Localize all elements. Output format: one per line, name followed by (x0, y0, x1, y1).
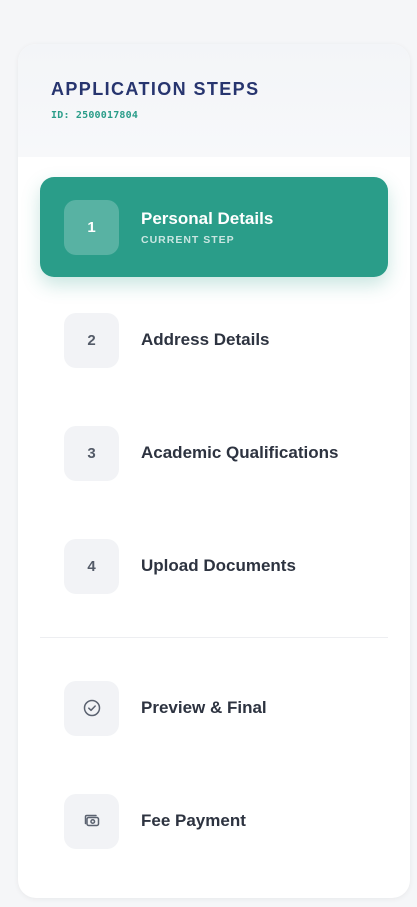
check-circle-icon (64, 680, 119, 736)
step-upload-documents[interactable]: 4 Upload Documents (40, 516, 388, 616)
step-text: Upload Documents (141, 556, 296, 576)
step-number-badge: 2 (64, 312, 119, 368)
step-text: Academic Qualifications (141, 443, 338, 463)
steps-list: 1 Personal Details CURRENT STEP 2 Addres… (18, 157, 410, 871)
step-address-details[interactable]: 2 Address Details (40, 290, 388, 390)
payment-icon (64, 793, 119, 849)
step-number-badge: 1 (64, 199, 119, 255)
step-preview-final[interactable]: Preview & Final (40, 658, 388, 758)
panel-title: APPLICATION STEPS (51, 79, 260, 99)
panel-header: APPLICATION STEPS ID: 2500017804 (18, 44, 410, 157)
step-fee-payment[interactable]: Fee Payment (40, 771, 388, 871)
current-step-caption: CURRENT STEP (141, 233, 235, 246)
step-academic-qualifications[interactable]: 3 Academic Qualifications (40, 403, 388, 503)
step-label: Fee Payment (141, 811, 246, 830)
step-number-badge: 4 (64, 538, 119, 594)
step-label: Academic Qualifications (141, 443, 339, 462)
step-text: Fee Payment (141, 811, 246, 831)
step-label: Address Details (141, 330, 270, 349)
application-id: ID: 2500017804 (51, 110, 139, 121)
step-text: Address Details (141, 330, 270, 350)
step-label: Preview & Final (141, 698, 267, 717)
step-label: Personal Details (141, 208, 274, 228)
step-text: Personal Details CURRENT STEP (141, 209, 273, 246)
steps-divider (40, 637, 388, 638)
step-text: Preview & Final (141, 698, 267, 718)
step-label: Upload Documents (141, 556, 296, 575)
step-personal-details[interactable]: 1 Personal Details CURRENT STEP (40, 177, 388, 277)
step-number-badge: 3 (64, 425, 119, 481)
application-steps-panel: APPLICATION STEPS ID: 2500017804 1 Perso… (18, 44, 410, 898)
